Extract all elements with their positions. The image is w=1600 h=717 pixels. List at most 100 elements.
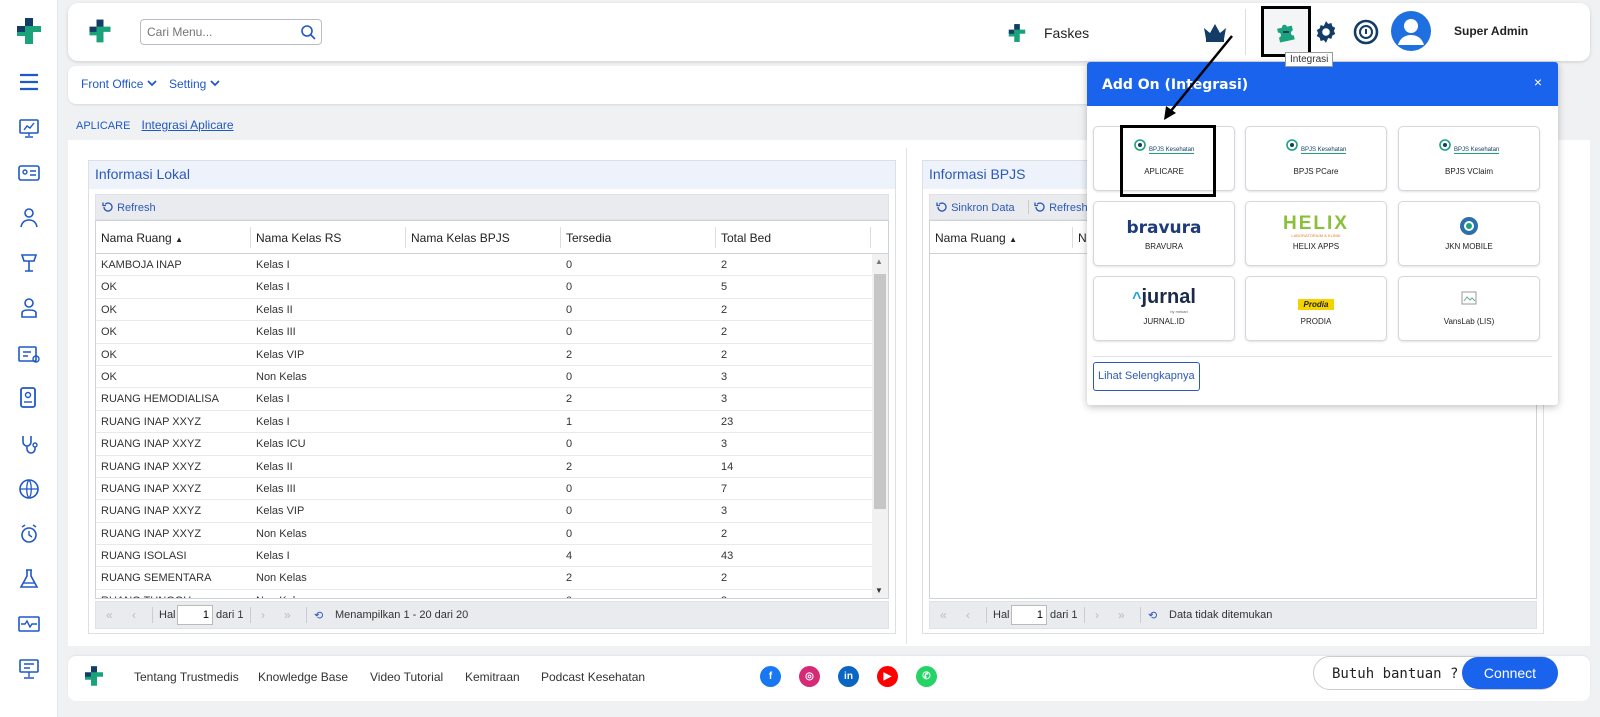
bpjs-col-nama-ruang[interactable]: Nama Ruang ▲ xyxy=(935,231,1017,245)
col-tersedia[interactable]: Tersedia xyxy=(566,231,611,245)
cell-nama-kelas-rs: Kelas II xyxy=(256,303,293,316)
table-row[interactable]: RUANG ISOLASI Kelas I 4 43 xyxy=(96,545,872,568)
bpjs-refresh-button[interactable]: Refresh xyxy=(1034,201,1088,214)
table-row[interactable]: OK Kelas I 0 5 xyxy=(96,276,872,299)
clock-icon[interactable] xyxy=(17,522,41,546)
table-row[interactable]: OK Kelas III 0 2 xyxy=(96,321,872,344)
breadcrumb-parent[interactable]: APLICARE xyxy=(76,120,130,132)
sync-data-button[interactable]: Sinkron Data xyxy=(936,201,1015,214)
footer-link-podcast[interactable]: Podcast Kesehatan xyxy=(541,670,645,684)
doctor-icon[interactable] xyxy=(17,296,41,320)
monitor-heart-icon[interactable] xyxy=(17,612,41,636)
table-row[interactable]: RUANG INAP XXYZ Kelas VIP 0 3 xyxy=(96,500,872,523)
connect-button[interactable]: Connect xyxy=(1462,657,1558,689)
menu-front-office[interactable]: Front Office xyxy=(81,77,158,91)
crown-icon[interactable] xyxy=(1202,22,1228,42)
last-page-icon[interactable]: » xyxy=(1118,608,1125,622)
facebook-icon[interactable]: f xyxy=(760,666,781,687)
tile-jkn-mobile[interactable]: JKN MOBILE xyxy=(1398,201,1540,266)
table-row[interactable]: RUANG TUNGGU Non Kelas 0 3 xyxy=(96,590,872,598)
clinical-record-icon[interactable] xyxy=(17,386,41,410)
menu-setting[interactable]: Setting xyxy=(169,77,220,91)
footer-link-partnership[interactable]: Kemitraan xyxy=(465,670,520,684)
table-row[interactable]: KAMBOJA INAP Kelas I 0 2 xyxy=(96,254,872,277)
prev-page-icon[interactable]: ‹ xyxy=(132,608,136,622)
scroll-up-icon[interactable]: ▲ xyxy=(875,257,883,266)
table-row[interactable]: RUANG HEMODIALISA Kelas I 2 3 xyxy=(96,388,872,411)
patient-icon[interactable] xyxy=(17,206,41,230)
tile-bpjs-vclaim[interactable]: BPJS Kesehatan BPJS VClaim xyxy=(1398,126,1540,191)
gear-icon[interactable] xyxy=(1313,19,1339,45)
col-nama-kelas-bpjs[interactable]: Nama Kelas BPJS xyxy=(411,231,510,245)
tile-aplicare[interactable]: BPJS Kesehatan APLICARE xyxy=(1093,126,1235,191)
instagram-icon[interactable]: ◎ xyxy=(799,666,820,687)
tile-prodia[interactable]: Prodia PRODIA xyxy=(1245,276,1387,341)
bpjs-page-input[interactable] xyxy=(1011,605,1047,625)
scroll-down-icon[interactable]: ▼ xyxy=(875,586,883,595)
table-row[interactable]: RUANG INAP XXYZ Kelas II 2 14 xyxy=(96,456,872,478)
user-name[interactable]: Super Admin xyxy=(1454,24,1528,38)
tile-bpjs-pcare[interactable]: BPJS Kesehatan BPJS PCare xyxy=(1245,126,1387,191)
search-menu-input[interactable] xyxy=(140,19,322,45)
stethoscope-icon[interactable] xyxy=(17,433,41,457)
table-row[interactable]: RUANG INAP XXYZ Non Kelas 0 2 xyxy=(96,523,872,546)
support-icon[interactable] xyxy=(1352,18,1380,46)
local-pager: « ‹ Hal dari 1 › » ⟲ Menampilkan 1 - 20 … xyxy=(95,601,889,629)
cell-nama-ruang: RUANG INAP XXYZ xyxy=(101,438,202,451)
next-page-icon[interactable]: › xyxy=(1095,608,1099,622)
header-logo[interactable] xyxy=(86,17,114,45)
linkedin-icon[interactable]: in xyxy=(838,666,859,687)
laboratory-icon[interactable] xyxy=(17,567,41,591)
table-row[interactable]: RUANG INAP XXYZ Kelas I 1 23 xyxy=(96,411,872,434)
close-icon[interactable]: × xyxy=(1534,74,1542,90)
pager-refresh-icon[interactable]: ⟲ xyxy=(314,609,323,622)
last-page-icon[interactable]: » xyxy=(284,608,291,622)
registration-icon[interactable] xyxy=(17,342,41,366)
local-page-input[interactable] xyxy=(177,605,213,625)
tile-jurnal-id[interactable]: ^jurnal by mekari JURNAL.ID xyxy=(1093,276,1235,341)
integration-button[interactable] xyxy=(1261,6,1311,57)
table-row[interactable]: OK Non Kelas 0 3 xyxy=(96,366,872,389)
bpjs-col-nama-ruang-label: Nama Ruang xyxy=(935,231,1006,245)
pharmacy-icon[interactable] xyxy=(17,251,41,275)
table-row[interactable]: RUANG SEMENTARA Non Kelas 2 2 xyxy=(96,567,872,590)
footer-link-knowledge-base[interactable]: Knowledge Base xyxy=(258,670,348,684)
footer-link-video-tutorial[interactable]: Video Tutorial xyxy=(370,670,443,684)
first-page-icon[interactable]: « xyxy=(106,608,113,622)
id-card-icon[interactable] xyxy=(17,161,41,185)
footer-link-about[interactable]: Tentang Trustmedis xyxy=(134,670,239,684)
breadcrumb-current[interactable]: Integrasi Aplicare xyxy=(141,118,233,132)
search-icon[interactable] xyxy=(300,24,316,40)
table-row[interactable]: RUANG INAP XXYZ Kelas III 0 7 xyxy=(96,478,872,501)
tile-jurnal-label: JURNAL.ID xyxy=(1143,317,1185,326)
faskes-label[interactable]: Faskes xyxy=(1044,25,1089,41)
col-total-bed[interactable]: Total Bed xyxy=(721,231,771,245)
prev-page-icon[interactable]: ‹ xyxy=(966,608,970,622)
settings-panel-icon[interactable] xyxy=(17,657,41,681)
table-row[interactable]: OK Kelas II 0 2 xyxy=(96,299,872,322)
user-avatar[interactable] xyxy=(1391,11,1431,51)
col-nama-kelas-rs[interactable]: Nama Kelas RS xyxy=(256,231,341,245)
next-page-icon[interactable]: › xyxy=(261,608,265,622)
tile-bravura[interactable]: bravura BRAVURA xyxy=(1093,201,1235,266)
menu-icon[interactable] xyxy=(17,70,41,94)
see-more-button[interactable]: Lihat Selengkapnya xyxy=(1093,362,1200,391)
col-nama-ruang[interactable]: Nama Ruang ▲ xyxy=(101,231,183,245)
bpjs-col-2[interactable]: N xyxy=(1078,231,1087,245)
tile-helix-apps[interactable]: HELIX LABORATORIUM & KLINIK HELIX APPS xyxy=(1245,201,1387,266)
tile-vanslab[interactable]: VansLab (LIS) xyxy=(1398,276,1540,341)
table-row[interactable]: OK Kelas VIP 2 2 xyxy=(96,344,872,366)
pager-refresh-icon[interactable]: ⟲ xyxy=(1148,609,1157,622)
local-grid-scrollbar[interactable]: ▲ ▼ xyxy=(872,254,888,598)
dashboard-icon[interactable] xyxy=(17,116,41,140)
first-page-icon[interactable]: « xyxy=(940,608,947,622)
whatsapp-icon[interactable]: ✆ xyxy=(916,666,937,687)
table-row[interactable]: RUANG INAP XXYZ Kelas ICU 0 3 xyxy=(96,433,872,456)
cell-total-bed: 2 xyxy=(721,326,728,339)
scrollbar-thumb[interactable] xyxy=(874,274,886,509)
footer-logo[interactable] xyxy=(82,664,106,688)
globe-icon[interactable] xyxy=(17,477,41,501)
local-refresh-button[interactable]: Refresh xyxy=(102,201,156,214)
youtube-icon[interactable]: ▶ xyxy=(877,666,898,687)
trustmedis-logo[interactable] xyxy=(13,16,45,46)
